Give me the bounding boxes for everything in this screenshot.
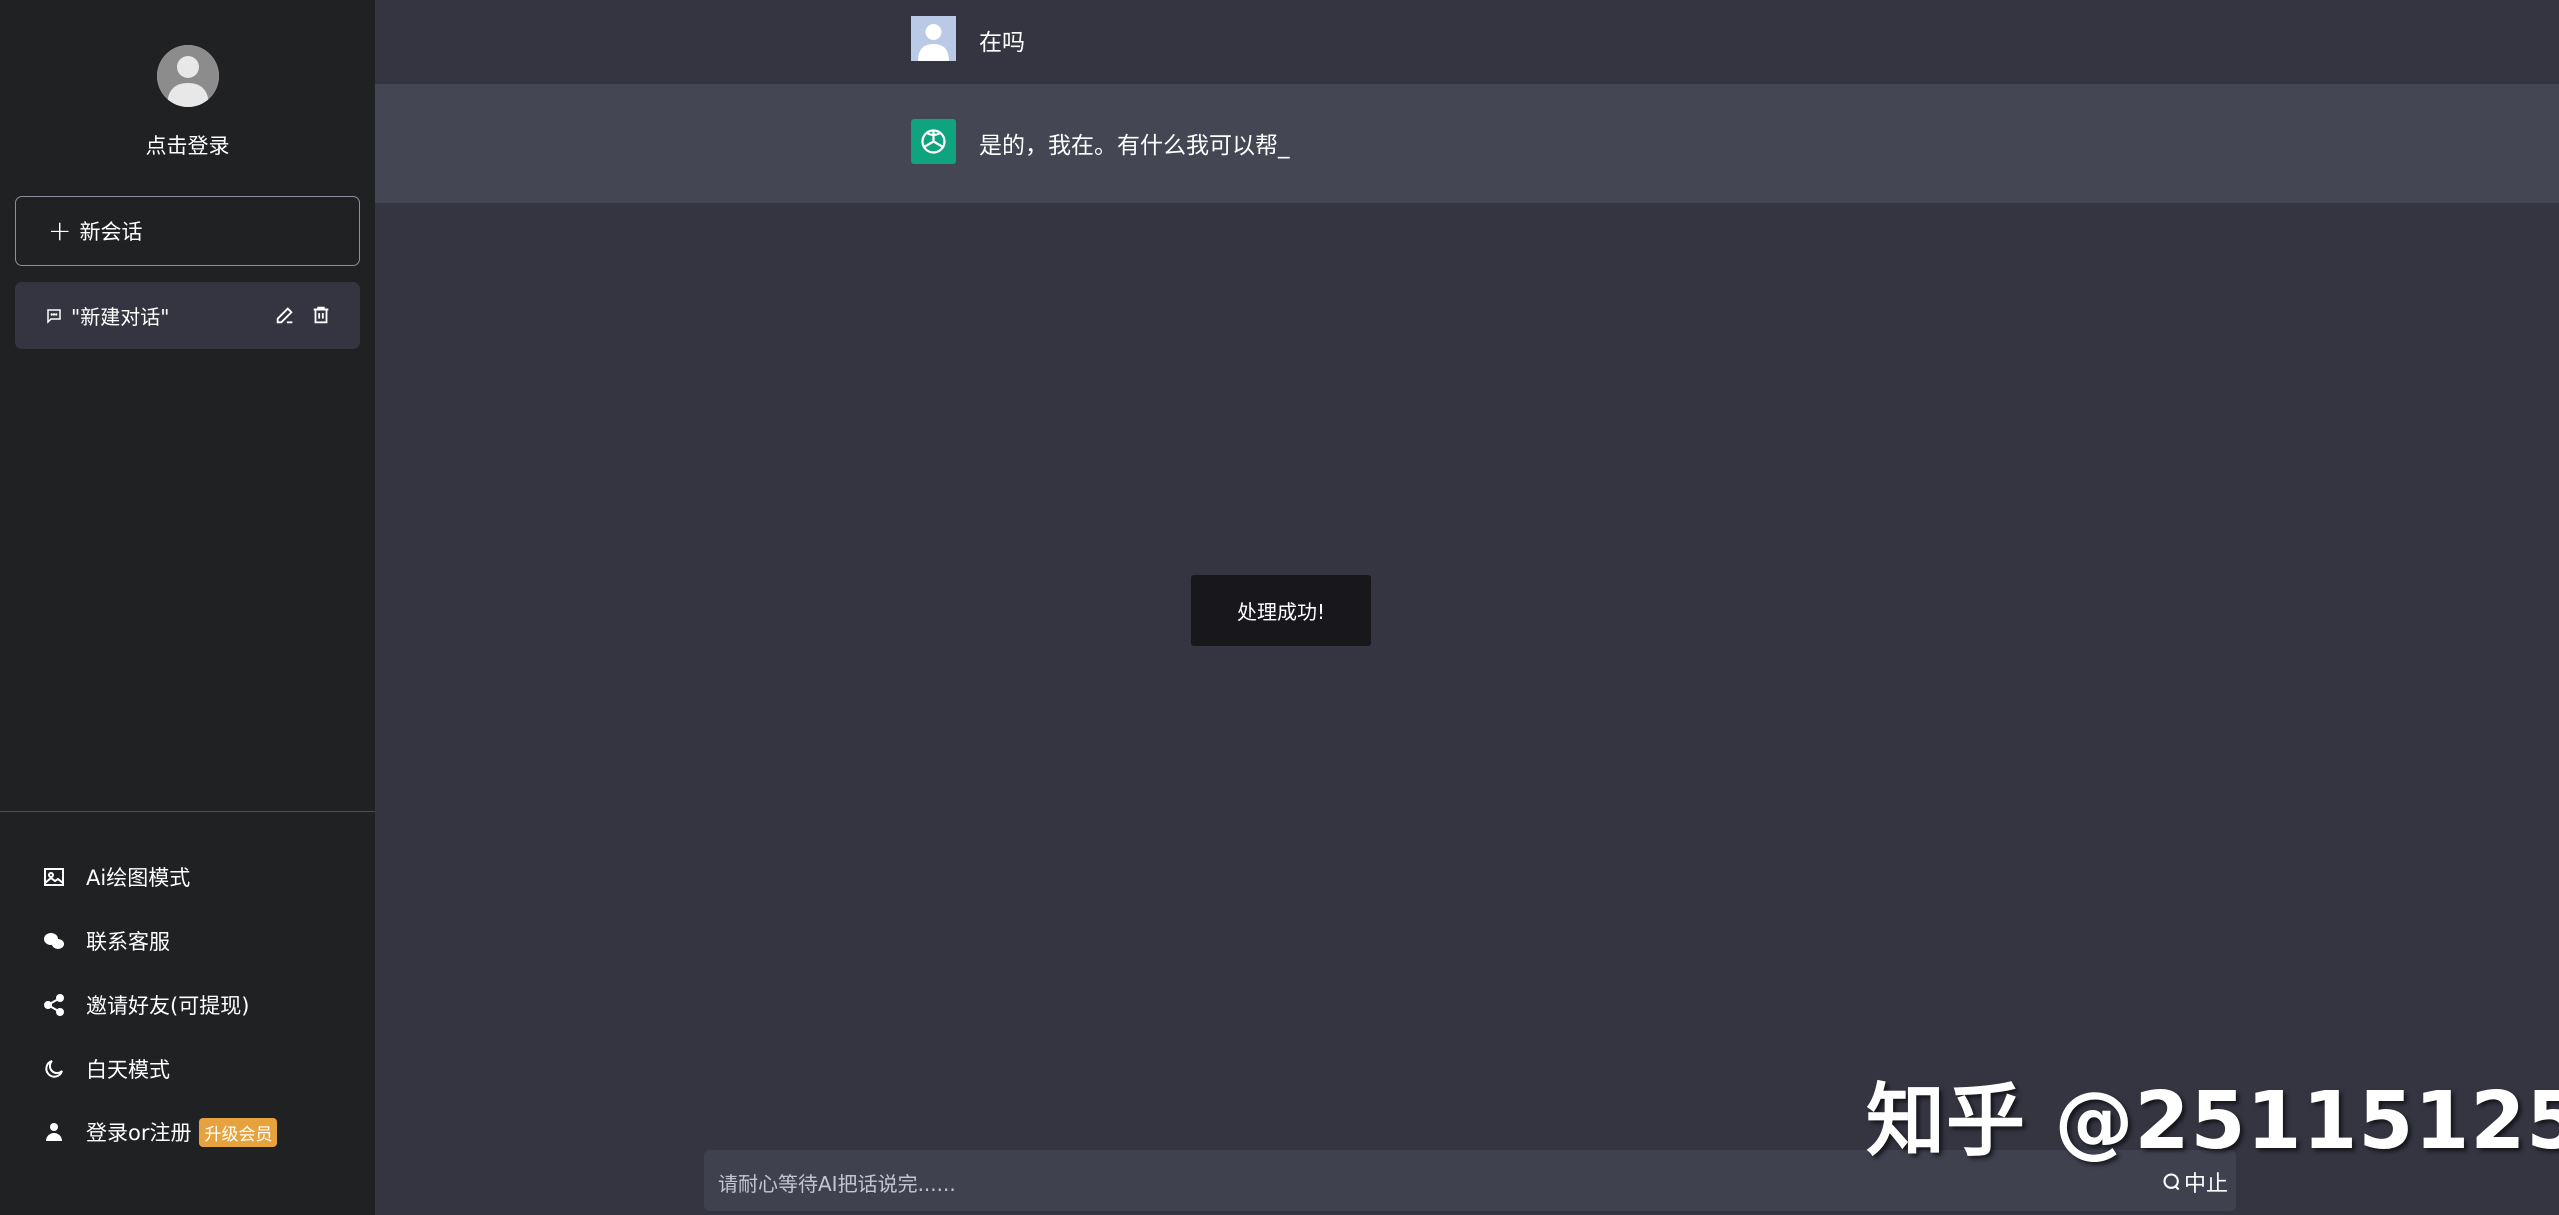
menu-item-label: 联系客服 <box>86 930 170 954</box>
share-icon <box>44 994 64 1016</box>
conversation-item[interactable]: "新建对话" <box>15 282 360 349</box>
new-chat-label: 新会话 <box>79 220 143 244</box>
image-icon <box>44 868 64 886</box>
chat-bubble-icon <box>47 308 61 324</box>
menu-item-label: 登录or注册 <box>86 1121 192 1145</box>
app: 点击登录 + 新会话 "新建对话" Ai绘图模式 联系客服 邀请好友(可提现) … <box>0 0 2559 1215</box>
upgrade-badge[interactable]: 升级会员 <box>199 1117 278 1147</box>
edit-icon[interactable] <box>274 304 296 326</box>
user-icon <box>46 1123 62 1141</box>
openai-logo-icon <box>911 119 956 164</box>
menu-item-ai-drawing[interactable]: Ai绘图模式 <box>42 857 190 897</box>
avatar[interactable] <box>157 45 219 107</box>
input-placeholder: 请耐心等待AI把话说完...... <box>718 1172 956 1196</box>
chat-main: 在吗 是的，我在。有什么我可以帮_ 处理成功! 请耐心等待AI把话说完.....… <box>375 0 2559 1215</box>
sidebar-divider <box>0 811 375 812</box>
stop-icon <box>2163 1173 2180 1191</box>
moon-icon <box>45 1060 63 1078</box>
menu-item-customer-service[interactable]: 联系客服 <box>42 921 170 961</box>
menu-item-day-mode[interactable]: 白天模式 <box>42 1049 170 1089</box>
user-avatar-icon <box>911 16 956 61</box>
menu-item-invite[interactable]: 邀请好友(可提现) <box>42 985 249 1025</box>
message-row-user: 在吗 <box>375 0 2559 84</box>
trash-icon[interactable] <box>310 304 332 326</box>
default-avatar-icon <box>157 45 219 107</box>
message-text: 在吗 <box>979 30 1025 56</box>
login-link[interactable]: 点击登录 <box>0 130 375 160</box>
sidebar: 点击登录 + 新会话 "新建对话" Ai绘图模式 联系客服 邀请好友(可提现) … <box>0 0 375 1215</box>
menu-item-label: 白天模式 <box>86 1058 170 1082</box>
message-row-assistant: 是的，我在。有什么我可以帮_ <box>375 84 2559 203</box>
new-chat-button[interactable]: + 新会话 <box>15 196 360 266</box>
success-toast: 处理成功! <box>1191 575 1371 646</box>
wechat-icon <box>44 933 64 949</box>
message-text: 是的，我在。有什么我可以帮_ <box>979 133 1290 159</box>
menu-item-login-register[interactable]: 登录or注册 升级会员 <box>42 1112 278 1152</box>
menu-item-label: Ai绘图模式 <box>86 866 191 890</box>
menu-item-label: 邀请好友(可提现) <box>86 994 250 1018</box>
plus-icon: + <box>48 214 72 247</box>
conversation-title: "新建对话" <box>71 305 170 329</box>
watermark: 知乎 @251151251 <box>1866 1075 2559 1167</box>
